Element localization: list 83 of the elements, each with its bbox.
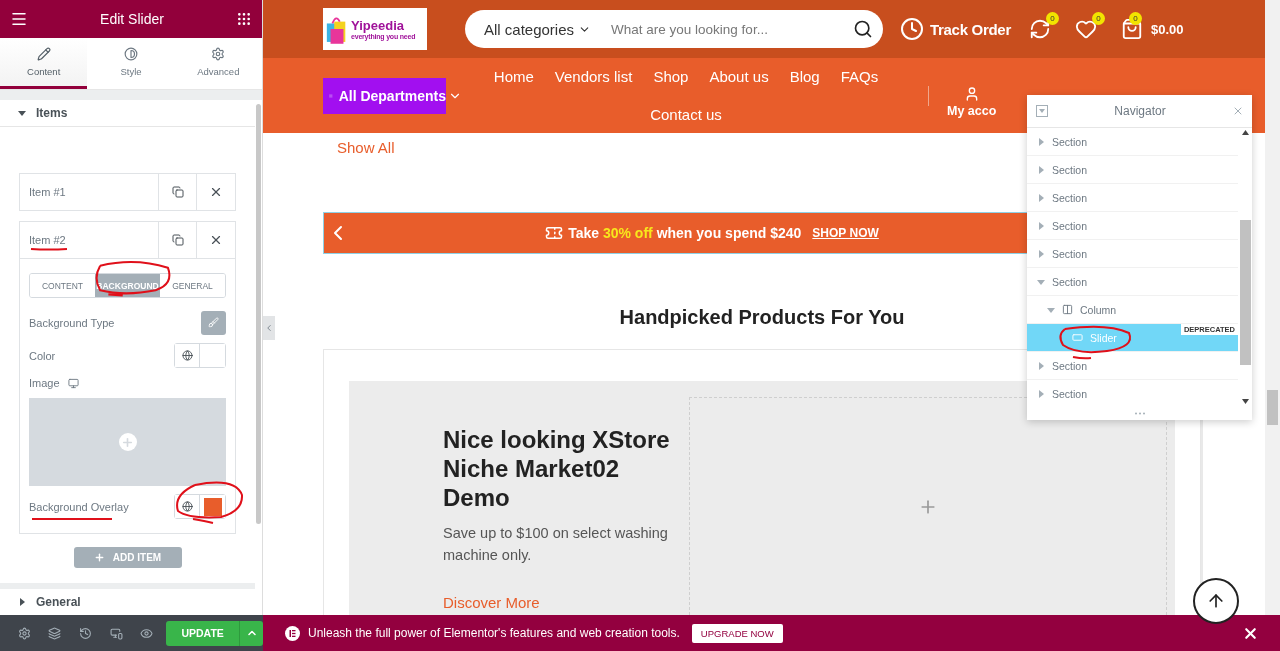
responsive-icon[interactable] xyxy=(109,626,123,640)
shop-now-link[interactable]: SHOP NOW xyxy=(812,226,879,240)
cart-total: $0.00 xyxy=(1150,21,1184,37)
discover-link[interactable]: Discover More xyxy=(443,594,540,611)
clock-icon xyxy=(900,17,924,41)
navigator-title: Navigator xyxy=(1114,104,1166,118)
section-heading: Handpicked Products For You xyxy=(619,306,905,329)
slide-title: Nice looking XStore Niche Market02 Demo xyxy=(443,425,671,512)
heart-icon[interactable] xyxy=(1074,18,1097,40)
grid-icon[interactable] xyxy=(236,11,252,27)
departments-button[interactable]: All Departments xyxy=(323,77,446,114)
field-label: Color xyxy=(29,349,56,362)
navigator-item[interactable]: Section xyxy=(1027,156,1238,184)
pencil-icon xyxy=(36,47,51,61)
settings-icon[interactable] xyxy=(17,626,31,640)
menu-link[interactable]: FAQs xyxy=(840,66,879,87)
brush-icon xyxy=(208,317,219,329)
count-badge: 0 xyxy=(1045,12,1059,25)
navigator-item[interactable]: Section xyxy=(1027,352,1238,380)
show-all-link[interactable]: Show All xyxy=(337,139,395,156)
menu-link[interactable]: About us xyxy=(709,66,769,87)
promo-text: Take 30% off when you spend $240 xyxy=(568,225,802,241)
scroll-up-icon[interactable] xyxy=(1241,130,1249,135)
global-colors-button[interactable] xyxy=(175,344,200,368)
globe-icon xyxy=(181,501,193,513)
field-label: Background Type xyxy=(29,316,115,329)
annotation-underline xyxy=(30,247,68,251)
menu-link[interactable]: Contact us xyxy=(650,104,722,125)
eye-icon[interactable] xyxy=(140,626,154,640)
section-header[interactable]: Items xyxy=(0,100,255,128)
image-dropzone[interactable] xyxy=(29,398,226,487)
globe-icon xyxy=(181,350,193,362)
collapse-panel-button[interactable] xyxy=(263,316,275,340)
contrast-icon xyxy=(124,47,138,61)
background-type-button[interactable] xyxy=(201,310,226,335)
plus-icon xyxy=(118,433,137,452)
scrollbar[interactable] xyxy=(256,104,261,524)
panel-title: Edit Slider xyxy=(100,11,164,27)
navigator-item[interactable]: Section xyxy=(1027,268,1238,296)
menu-link[interactable]: Shop xyxy=(653,66,689,87)
navigator-item[interactable]: Section xyxy=(1027,184,1238,212)
collapse-icon[interactable] xyxy=(1036,105,1048,117)
copy-icon xyxy=(171,234,184,247)
update-options-button[interactable] xyxy=(239,620,263,646)
update-button[interactable]: UPDATE xyxy=(166,620,240,646)
account-link[interactable]: My acco xyxy=(947,85,997,118)
scrollbar[interactable] xyxy=(1238,128,1252,406)
caret-right-icon[interactable] xyxy=(18,598,26,607)
chevron-left-icon xyxy=(264,323,274,333)
resize-handle-icon[interactable] xyxy=(1133,411,1146,415)
monitor-icon xyxy=(67,377,79,389)
upgrade-now-button[interactable]: UPGRADE NOW xyxy=(691,623,783,643)
count-badge: 0 xyxy=(1091,12,1105,25)
slider-icon xyxy=(1072,332,1083,343)
settings-icon xyxy=(211,47,226,61)
banner-text: Unleash the full power of Elementor's features and web creation tools. xyxy=(308,626,680,640)
ticket-icon xyxy=(545,224,564,242)
columns-icon xyxy=(1062,304,1073,315)
search-bar[interactable]: All categories What are you looking for... xyxy=(465,10,883,48)
slide-text: Save up to $100 on select washing machine only. xyxy=(443,524,669,565)
navigator-item[interactable]: Section xyxy=(1027,240,1238,268)
history-icon[interactable] xyxy=(79,626,92,640)
section-header[interactable]: General xyxy=(0,589,255,615)
layers-icon[interactable] xyxy=(48,626,62,640)
copy-icon xyxy=(171,186,184,199)
count-badge: 0 xyxy=(1128,12,1142,25)
navigator-item[interactable]: Section xyxy=(1027,212,1238,240)
menu-link[interactable]: Blog xyxy=(789,66,820,87)
compare-icon[interactable] xyxy=(1028,18,1051,40)
field-label: Image xyxy=(29,377,60,390)
field-label: Background Overlay xyxy=(29,500,129,513)
elementor-logo-icon xyxy=(285,625,300,641)
navigator-item[interactable]: Section xyxy=(1027,128,1238,156)
scrollbar[interactable] xyxy=(1265,0,1280,615)
navigator-item[interactable]: Column xyxy=(1027,296,1238,324)
menu-link[interactable]: Vendors list xyxy=(554,66,633,87)
menu-link[interactable]: Home xyxy=(493,66,534,87)
track-order-link[interactable]: Track Order xyxy=(900,17,1011,41)
scroll-down-icon[interactable] xyxy=(1241,399,1249,404)
caret-down-icon[interactable] xyxy=(18,109,26,118)
plus-icon xyxy=(93,552,105,563)
search-icon[interactable] xyxy=(853,19,873,39)
scroll-to-top-button[interactable] xyxy=(1193,578,1239,624)
